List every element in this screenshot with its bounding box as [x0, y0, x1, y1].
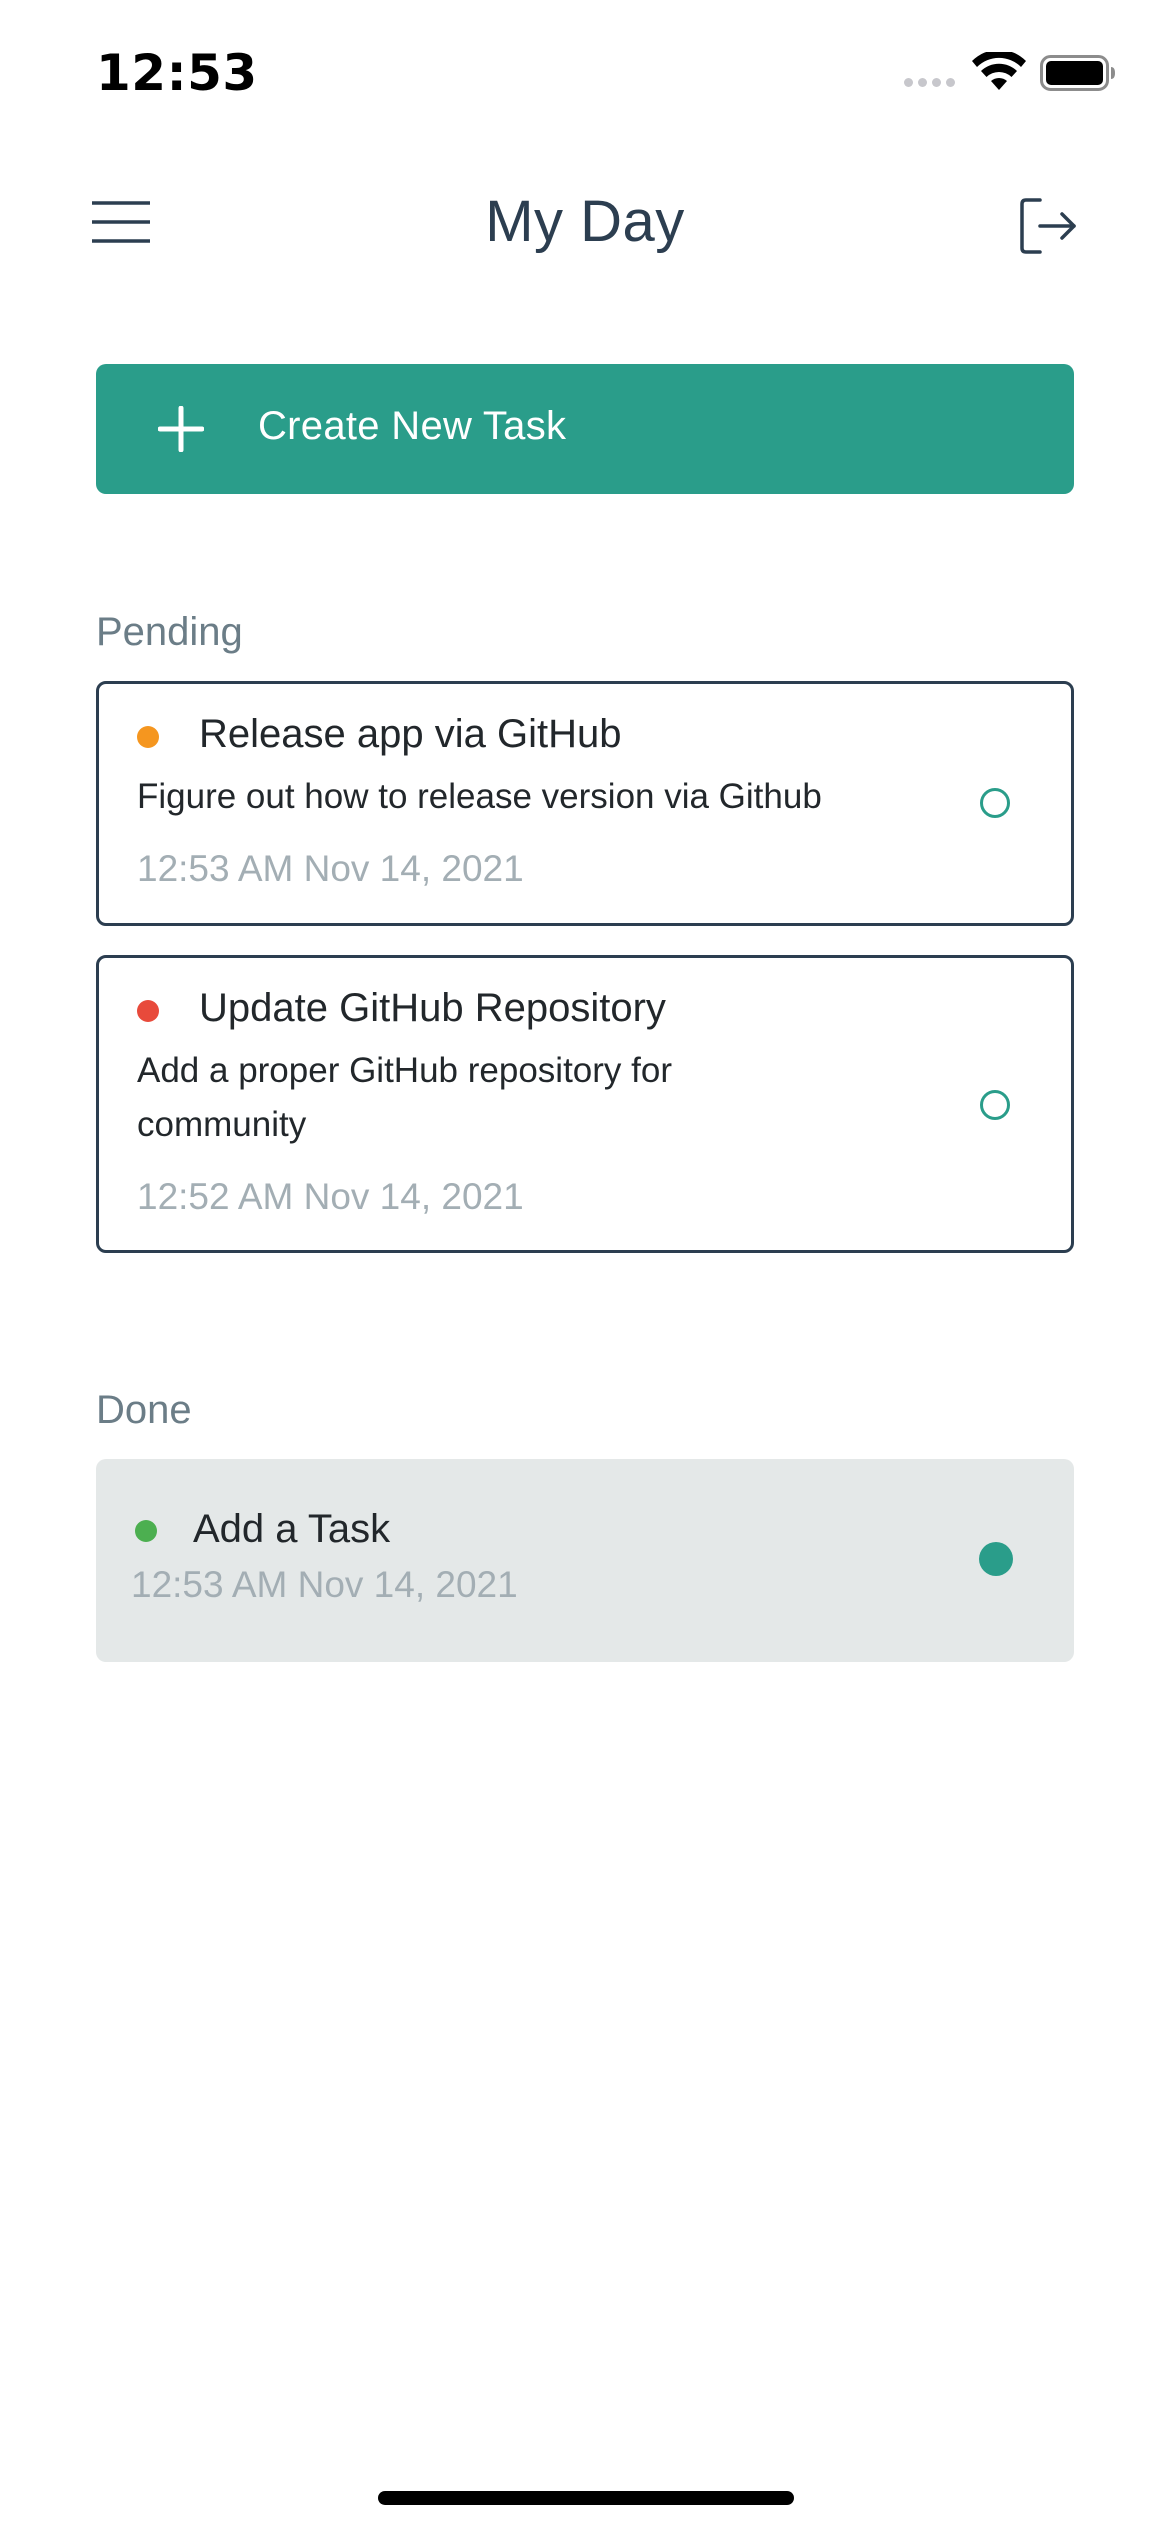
- home-indicator[interactable]: [378, 2491, 794, 2505]
- create-new-task-label: Create New Task: [258, 404, 567, 448]
- status-bar: 12:53: [0, 0, 1170, 150]
- status-time: 12:53: [96, 44, 258, 102]
- pending-section-heading: Pending: [96, 610, 243, 654]
- task-status-toggle[interactable]: [980, 1090, 1010, 1120]
- wifi-icon: [972, 52, 1026, 90]
- task-timestamp: 12:53 AM Nov 14, 2021: [137, 848, 524, 889]
- task-description: Add a proper GitHub repository for commu…: [137, 1051, 672, 1144]
- task-title: Update GitHub Repository: [199, 986, 666, 1030]
- task-card[interactable]: Release app via GitHub Figure out how to…: [96, 681, 1074, 926]
- logout-icon[interactable]: [1018, 196, 1078, 256]
- priority-dot: [137, 1000, 159, 1022]
- battery-icon: [1040, 55, 1115, 91]
- priority-dot: [137, 726, 159, 748]
- task-description: Figure out how to release version via Gi…: [137, 777, 822, 816]
- task-status-toggle[interactable]: [980, 788, 1010, 818]
- cellular-signal-icon: [904, 78, 955, 87]
- task-timestamp: 12:52 AM Nov 14, 2021: [137, 1176, 524, 1217]
- page-title: My Day: [485, 189, 685, 254]
- plus-icon: [158, 406, 204, 452]
- task-title: Add a Task: [193, 1507, 391, 1551]
- task-card-done[interactable]: Add a Task 12:53 AM Nov 14, 2021: [96, 1459, 1074, 1662]
- create-new-task-button[interactable]: Create New Task: [96, 364, 1074, 494]
- done-section-heading: Done: [96, 1388, 192, 1432]
- task-status-toggle-checked[interactable]: [979, 1542, 1013, 1576]
- task-card[interactable]: Update GitHub Repository Add a proper Gi…: [96, 955, 1074, 1253]
- priority-dot: [135, 1520, 157, 1542]
- task-timestamp: 12:53 AM Nov 14, 2021: [131, 1564, 518, 1605]
- task-title: Release app via GitHub: [199, 712, 622, 756]
